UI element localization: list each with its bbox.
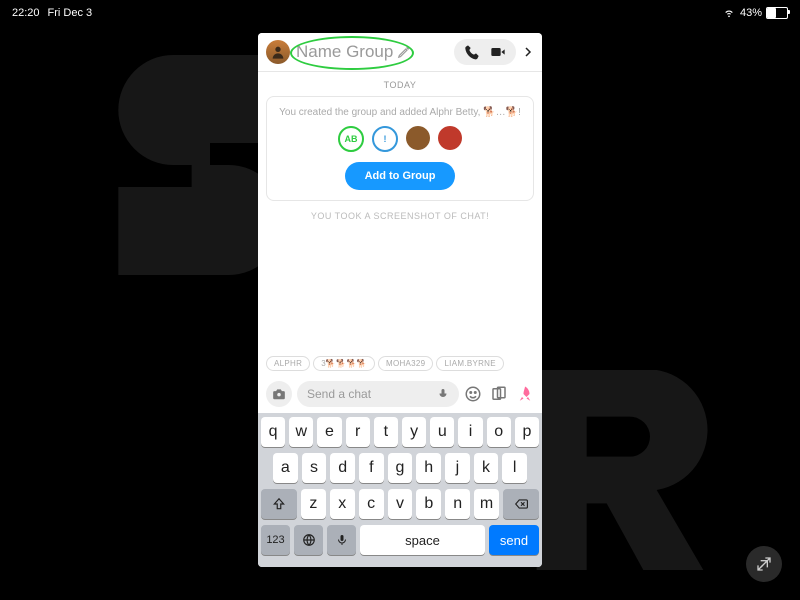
space-key[interactable]: space [360, 525, 485, 555]
ios-keyboard: q w e r t y u i o p a s d f g h j k l z … [258, 413, 542, 567]
key-i[interactable]: i [458, 417, 482, 447]
key-t[interactable]: t [374, 417, 398, 447]
key-a[interactable]: a [273, 453, 298, 483]
mention-chip[interactable]: LIAM.BYRNE [436, 356, 503, 371]
phone-icon[interactable] [464, 44, 480, 60]
key-d[interactable]: d [330, 453, 355, 483]
backspace-key[interactable] [503, 489, 539, 519]
watermark [510, 370, 730, 570]
key-z[interactable]: z [301, 489, 326, 519]
shift-key[interactable] [261, 489, 297, 519]
chat-input-row: Send a chat [258, 375, 542, 413]
keyboard-row-2: a s d f g h j k l [261, 453, 539, 483]
key-r[interactable]: r [346, 417, 370, 447]
cards-icon[interactable] [490, 385, 508, 403]
chevron-right-icon[interactable] [522, 46, 534, 58]
key-w[interactable]: w [289, 417, 313, 447]
key-c[interactable]: c [359, 489, 384, 519]
key-q[interactable]: q [261, 417, 285, 447]
expand-button[interactable] [746, 546, 782, 582]
member-badge[interactable]: ! [372, 126, 398, 152]
chat-input[interactable]: Send a chat [297, 381, 459, 407]
mention-chip[interactable]: MOHA329 [378, 356, 433, 371]
keyboard-row-4: 123 space send [261, 525, 539, 555]
video-icon[interactable] [490, 44, 506, 60]
group-created-text: You created the group and added Alphr Be… [277, 107, 523, 118]
member-avatar[interactable] [406, 126, 430, 150]
key-v[interactable]: v [388, 489, 413, 519]
smiley-icon[interactable] [464, 385, 482, 403]
add-to-group-button[interactable]: Add to Group [345, 162, 456, 190]
globe-key[interactable] [294, 525, 323, 555]
key-s[interactable]: s [302, 453, 327, 483]
camera-button[interactable] [266, 381, 292, 407]
chat-body: TODAY You created the group and added Al… [258, 72, 542, 356]
key-p[interactable]: p [515, 417, 539, 447]
numbers-key[interactable]: 123 [261, 525, 290, 555]
chat-placeholder: Send a chat [307, 387, 431, 401]
status-date: Fri Dec 3 [48, 7, 93, 19]
battery-icon [766, 7, 788, 19]
key-m[interactable]: m [474, 489, 499, 519]
member-avatar[interactable] [438, 126, 462, 150]
rocket-icon[interactable] [516, 385, 534, 403]
key-l[interactable]: l [502, 453, 527, 483]
call-buttons-pill [454, 39, 516, 65]
mention-chip[interactable]: ALPHR [266, 356, 310, 371]
key-y[interactable]: y [402, 417, 426, 447]
key-b[interactable]: b [416, 489, 441, 519]
key-k[interactable]: k [474, 453, 499, 483]
mention-suggestions: ALPHR 3🐕🐕🐕🐕 MOHA329 LIAM.BYRNE [258, 356, 542, 375]
key-x[interactable]: x [330, 489, 355, 519]
member-initials[interactable]: AB [338, 126, 364, 152]
key-e[interactable]: e [317, 417, 341, 447]
group-avatar[interactable] [266, 40, 290, 64]
snapchat-window: Name Group TODAY You created the group a… [258, 33, 542, 567]
group-created-card: You created the group and added Alphr Be… [266, 96, 534, 201]
status-time: 22:20 [12, 7, 40, 19]
key-n[interactable]: n [445, 489, 470, 519]
dictation-key[interactable] [327, 525, 356, 555]
mic-icon[interactable] [437, 388, 449, 400]
key-o[interactable]: o [487, 417, 511, 447]
chat-header: Name Group [258, 33, 542, 72]
battery-percent: 43% [740, 7, 762, 19]
key-u[interactable]: u [430, 417, 454, 447]
key-j[interactable]: j [445, 453, 470, 483]
group-name[interactable]: Name Group [296, 42, 393, 62]
screenshot-notice: YOU TOOK A SCREENSHOT OF CHAT! [266, 211, 534, 221]
key-g[interactable]: g [388, 453, 413, 483]
key-h[interactable]: h [416, 453, 441, 483]
wifi-icon [722, 8, 736, 18]
date-separator: TODAY [266, 80, 534, 90]
key-f[interactable]: f [359, 453, 384, 483]
member-avatars: AB ! [277, 126, 523, 152]
mention-chip[interactable]: 3🐕🐕🐕🐕 [313, 356, 375, 371]
keyboard-row-3: z x c v b n m [261, 489, 539, 519]
send-key[interactable]: send [489, 525, 539, 555]
ipad-status-bar: 22:20 Fri Dec 3 43% [0, 0, 800, 26]
edit-icon[interactable] [397, 45, 411, 59]
keyboard-row-1: q w e r t y u i o p [261, 417, 539, 447]
